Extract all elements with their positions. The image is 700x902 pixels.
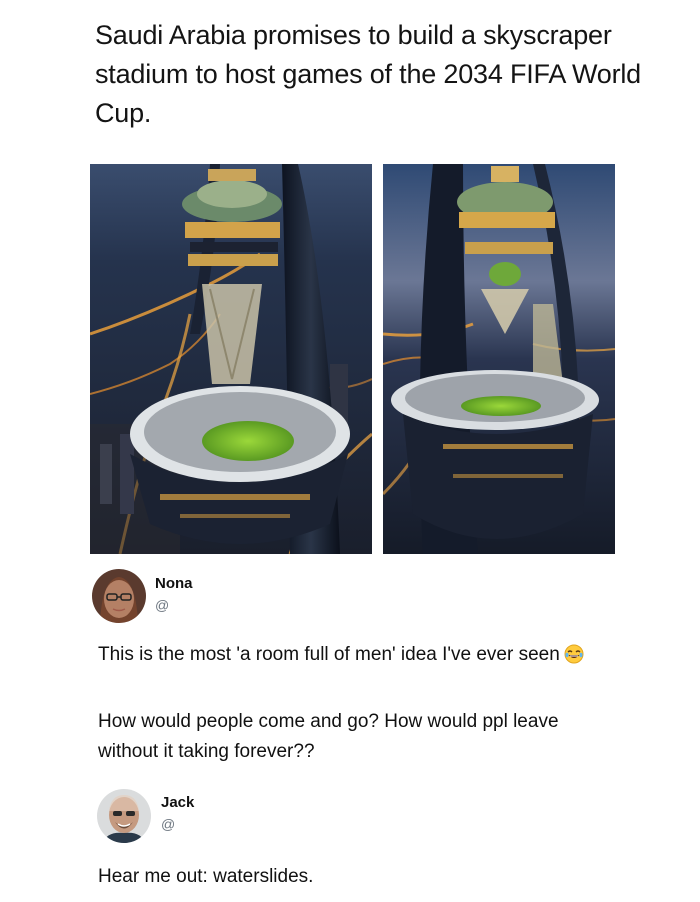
user-avatar-jack-icon (97, 789, 151, 843)
rolling-on-floor-laughing-emoji-icon (564, 644, 584, 674)
author-name[interactable]: Nona (155, 575, 193, 592)
tweet-text: This is the most 'a room full of men' id… (98, 640, 598, 674)
avatar[interactable] (97, 789, 151, 843)
post-headline: Saudi Arabia promises to build a skyscra… (95, 20, 641, 128)
stadium-render-right-illustration (383, 164, 615, 554)
user-avatar-nona-icon (92, 569, 146, 623)
author-handle[interactable]: @ (155, 597, 169, 613)
author-handle[interactable]: @ (161, 816, 175, 832)
author-name[interactable]: Jack (161, 794, 194, 811)
tweet-nona: Nona @ This is the most 'a room full of … (0, 566, 700, 786)
tweet-paragraph: How would people come and go? How would … (98, 711, 559, 762)
tweet-paragraph: This is the most 'a room full of men' id… (98, 644, 560, 665)
tweet-jack: Jack @ Hear me out: waterslides. (0, 786, 700, 902)
stadium-render-image-right[interactable] (383, 164, 615, 554)
stadium-render-image-left[interactable] (90, 164, 372, 554)
stadium-render-left-illustration (90, 164, 372, 554)
avatar[interactable] (92, 569, 146, 623)
tweet-paragraph: Hear me out: waterslides. (98, 866, 314, 887)
